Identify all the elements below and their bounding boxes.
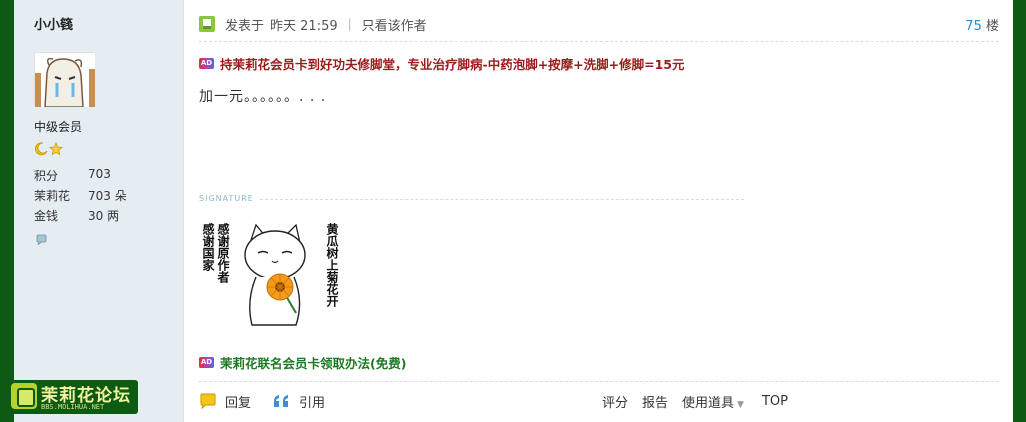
- post-content-area: 发表于 昨天 21:59 | 只看该作者 75 楼 AD 持茉莉花会员卡到好功夫…: [184, 0, 1013, 422]
- reply-label: 回复: [225, 395, 252, 411]
- chevron-down-icon: ▼: [737, 399, 744, 410]
- ad-link-top[interactable]: AD 持茉莉花会员卡到好功夫修脚堂，专业治疗脚病-中药泡脚+按摩+洗脚+修脚=1…: [199, 54, 684, 73]
- quote-label: 引用: [299, 395, 326, 411]
- quote-button[interactable]: 引用: [273, 392, 325, 411]
- signature-divider: [260, 199, 744, 200]
- forum-logo[interactable]: 茉莉花论坛 BBS.MOLIHUA.NET: [8, 380, 138, 414]
- stat-value: 703: [88, 167, 111, 181]
- moon-icon: [35, 142, 48, 156]
- online-status-icon: [199, 16, 215, 32]
- user-rank: 中级会员: [34, 120, 83, 134]
- user-info-column: 小小篯 中级会员 积分 703 茉莉花 703 朵 金钱 30 两: [14, 0, 184, 422]
- post-header: 发表于 昨天 21:59 | 只看该作者 75 楼: [199, 13, 999, 35]
- header-separator: |: [347, 17, 352, 31]
- post-actions: 回复 引用 评分 报告 使用道具 ▼ TOP: [199, 390, 999, 412]
- stat-points: 积分 703: [34, 167, 154, 184]
- sig-text-cucumber: 黄瓜树上菊花开: [325, 223, 339, 307]
- ad-text: 茉莉花联名会员卡领取办法(免费): [220, 356, 407, 371]
- logo-url: BBS.MOLIHUA.NET: [41, 403, 105, 411]
- sig-text-thank-country: 感谢国家: [201, 223, 215, 271]
- ad-text: 持茉莉花会员卡到好功夫修脚堂，专业治疗脚病-中药泡脚+按摩+洗脚+修脚=15元: [220, 57, 685, 72]
- star-icon: [49, 142, 63, 156]
- post-message: 加一元。。。。。。. . .: [199, 89, 327, 105]
- rate-link[interactable]: 评分: [602, 392, 628, 411]
- ad-badge-icon: AD: [199, 58, 214, 69]
- floor-number-value: 75: [965, 19, 982, 34]
- stat-value: 30 两: [88, 209, 120, 223]
- sig-text-thank-author: 感谢原作者: [216, 223, 230, 283]
- use-tools-dropdown[interactable]: 使用道具 ▼: [682, 392, 744, 411]
- reply-button[interactable]: 回复: [199, 392, 251, 411]
- floor-number[interactable]: 75 楼: [965, 15, 999, 34]
- post-frame: 小小篯 中级会员 积分 703 茉莉花 703 朵 金钱 30 两 发表于 昨天…: [14, 0, 1013, 422]
- post-secondary-actions: 评分 报告 使用道具 ▼ TOP: [602, 392, 788, 411]
- stat-value: 703 朵: [88, 189, 127, 203]
- rank-stars: [34, 142, 63, 156]
- ad-badge-icon: AD: [199, 357, 214, 368]
- posted-label: 发表于: [225, 18, 265, 34]
- view-author-only-link[interactable]: 只看该作者: [362, 15, 427, 34]
- divider: [199, 381, 999, 382]
- posted-time: 昨天 21:59: [270, 18, 338, 34]
- username-link[interactable]: 小小篯: [34, 14, 73, 33]
- stat-money: 金钱 30 两: [34, 207, 154, 224]
- stat-label: 金钱: [34, 209, 59, 223]
- stat-label: 茉莉花: [34, 189, 71, 203]
- stat-label: 积分: [34, 169, 59, 183]
- logo-mark-icon: [11, 383, 37, 409]
- signature-image: 感谢国家 感谢原作者 黄瓜树上菊花开: [199, 215, 359, 333]
- top-link[interactable]: TOP: [762, 394, 788, 409]
- message-icon[interactable]: [36, 233, 48, 245]
- report-link[interactable]: 报告: [642, 392, 668, 411]
- reply-icon: [200, 393, 216, 409]
- divider: [199, 41, 999, 42]
- floor-suffix: 楼: [985, 19, 999, 34]
- use-tools-label: 使用道具: [682, 395, 735, 411]
- avatar[interactable]: [34, 52, 95, 108]
- stat-jasmine: 茉莉花 703 朵: [34, 187, 154, 204]
- signature-label: SIGNATURE: [199, 194, 254, 203]
- cat-flower-icon: [244, 223, 306, 326]
- ad-link-bottom[interactable]: AD 茉莉花联名会员卡领取办法(免费): [199, 353, 406, 372]
- quote-icon: [274, 395, 289, 407]
